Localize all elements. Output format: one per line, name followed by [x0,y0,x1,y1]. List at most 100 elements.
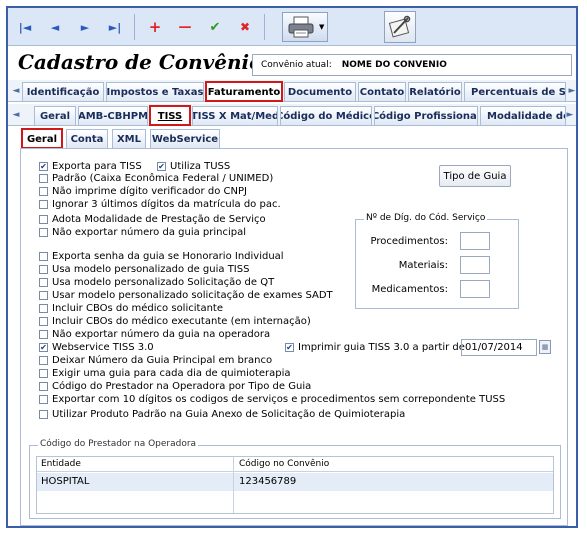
sub-tab-bar: ◄ Geral AMB-CBHPM TISS TISS X Mat/Med Có… [8,104,576,126]
tiss-geral-panel: ✔ Exporta para TISS ✔ Utiliza TUSS Padrão … [20,148,568,526]
subtab-codigo-medico[interactable]: Código do Médico [280,106,372,125]
option-imprimir-tiss[interactable]: ✔ Imprimir guia TISS 3.0 a partir de [285,342,465,353]
subtab-modalidade[interactable]: Modalidade de [480,106,566,125]
materiais-input[interactable] [460,256,490,274]
exporta-senha-checkbox[interactable] [39,252,48,261]
tiss-tab-webservice[interactable]: WebService [150,129,220,148]
imprimir-tiss-checkbox[interactable]: ✔ [285,343,294,352]
first-record-button[interactable]: |◄ [14,16,36,38]
utiliza-tuss-label: Utiliza TUSS [170,161,231,172]
deixar-numero-checkbox[interactable] [39,356,48,365]
subtab-tiss-mat-med[interactable]: TISS X Mat/Med [192,106,278,125]
tiss-tab-xml[interactable]: XML [112,129,146,148]
confirm-button[interactable]: ✔ [204,16,226,38]
nao-exportar-principal-checkbox[interactable] [39,228,48,237]
ignorar-label: Ignorar 3 últimos dígitos da matrícula d… [52,199,281,210]
option-cbo-solicitante[interactable]: Incluir CBOs do médico solicitante [39,303,223,314]
codigo-prestador-checkbox[interactable] [39,382,48,391]
tools-button[interactable] [384,11,416,43]
option-exporta-tiss[interactable]: ✔ Exporta para TISS [39,161,142,172]
tab-contato[interactable]: Contato [358,82,406,101]
column-header-entidade[interactable]: Entidade [41,459,81,469]
prestador-grid[interactable]: Entidade Código no Convênio HOSPITAL 123… [36,456,554,514]
modelo-tiss-checkbox[interactable] [39,265,48,274]
exigir-checkbox[interactable] [39,369,48,378]
tiss-tab-geral[interactable]: Geral [21,128,63,149]
tab-documento[interactable]: Documento [284,82,356,101]
calendar-icon[interactable]: ▦ [539,340,551,354]
option-exigir-guia[interactable]: Exigir uma guia para cada dia de quimiot… [39,368,291,379]
tab-impostos-taxas[interactable]: Impostos e Taxas [106,82,204,101]
tab-scroll-left-icon[interactable]: ◄ [10,83,22,99]
utilizar-produto-checkbox[interactable] [39,410,48,419]
digit-count-group: Nº de Díg. do Cód. Serviço Procedimentos… [355,213,519,309]
option-ignorar-digitos[interactable]: Ignorar 3 últimos dígitos da matrícula d… [39,199,281,210]
last-record-button[interactable]: ►| [104,16,126,38]
adota-checkbox[interactable] [39,215,48,224]
nao-imprime-checkbox[interactable] [39,187,48,196]
option-codigo-prestador[interactable]: Código do Prestador na Operadora por Tip… [39,381,311,392]
option-exporta-senha[interactable]: Exporta senha da guia se Honorario Indiv… [39,251,284,262]
add-record-button[interactable]: + [144,16,166,38]
modelo-sadt-checkbox[interactable] [39,291,48,300]
option-exportar-10-digitos[interactable]: Exportar com 10 dígitos os codigos de se… [39,394,505,405]
imprimir-date-input[interactable]: 01/07/2014 [461,339,537,356]
next-record-button[interactable]: ► [74,16,96,38]
prestador-group-title: Código do Prestador na Operadora [38,439,199,449]
remove-record-button[interactable]: — [174,16,196,38]
padrao-checkbox[interactable] [39,174,48,183]
prestador-group: Código do Prestador na Operadora Entidad… [29,439,561,519]
column-header-codigo[interactable]: Código no Convênio [239,459,329,469]
table-row[interactable]: HOSPITAL 123456789 [37,473,553,491]
cbo-solicitante-checkbox[interactable] [39,304,48,313]
option-utiliza-tuss[interactable]: ✔ Utiliza TUSS [157,161,230,172]
medicamentos-input[interactable] [460,280,490,298]
modelo-qt-checkbox[interactable] [39,278,48,287]
exporta-tiss-checkbox[interactable]: ✔ [39,162,48,171]
subtab-scroll-left-icon[interactable]: ◄ [10,107,22,123]
option-adota-modalidade[interactable]: Adota Modalidade de Prestação de Serviço [39,214,266,225]
option-padrao[interactable]: Padrão (Caixa Econômica Federal / UNIMED… [39,173,273,184]
tab-relatorio[interactable]: Relatório [408,82,462,101]
webservice-checkbox[interactable]: ✔ [39,343,48,352]
option-nao-exportar-operadora[interactable]: Não exportar número da guia na operadora [39,329,270,340]
ignorar-checkbox[interactable] [39,200,48,209]
subtab-amb-cbhpm[interactable]: AMB-CBHPM [78,106,148,125]
option-modelo-qt[interactable]: Usa modelo personalizado Solicitação de … [39,277,274,288]
print-button[interactable]: ▼ [282,12,328,42]
cell-codigo[interactable]: 123456789 [239,476,296,487]
option-deixar-numero[interactable]: Deixar Número da Guia Principal em branc… [39,355,272,366]
tiss-tab-conta[interactable]: Conta [66,129,108,148]
codigo-prestador-label: Código do Prestador na Operadora por Tip… [52,381,312,392]
option-utilizar-produto[interactable]: Utilizar Produto Padrão na Guia Anexo de… [39,409,405,420]
digit-group-title: Nº de Díg. do Cód. Serviço [364,213,488,223]
cell-entidade[interactable]: HOSPITAL [41,476,89,487]
option-cbo-executante[interactable]: Incluir CBOs do médico executante (em in… [39,316,311,327]
option-webservice[interactable]: ✔ Webservice TISS 3.0 [39,342,154,353]
tab-faturamento[interactable]: Faturamento [205,81,283,102]
subtab-tiss[interactable]: TISS [149,105,191,126]
option-modelo-sadt[interactable]: Usar modelo personalizado solicitação de… [39,290,333,301]
subtab-scroll-right-icon[interactable]: ► [564,107,576,123]
add-record-icon: + [148,18,162,36]
previous-record-button[interactable]: ◄ [44,16,66,38]
exportar-10-checkbox[interactable] [39,395,48,404]
option-nao-exportar-principal[interactable]: Não exportar número da guia principal [39,227,246,238]
subtab-codigo-profissional[interactable]: Código Profissional [374,106,478,125]
tab-scroll-right-icon[interactable]: ► [566,83,578,99]
current-convenio-label: Convênio atual: [261,60,332,70]
cbo-executante-checkbox[interactable] [39,317,48,326]
subtab-geral[interactable]: Geral [34,106,76,125]
next-record-icon: ► [80,20,90,34]
nao-exportar-operadora-checkbox[interactable] [39,330,48,339]
page-title: Cadastro de Convênios [18,50,274,74]
utiliza-tuss-checkbox[interactable]: ✔ [157,162,166,171]
tab-identificacao[interactable]: Identificação [22,82,104,101]
procedimentos-input[interactable] [460,232,490,250]
tipo-de-guia-button[interactable]: Tipo de Guia [439,165,511,187]
cancel-button[interactable]: ✖ [234,16,256,38]
option-modelo-tiss[interactable]: Usa modelo personalizado de guia TISS [39,264,249,275]
option-nao-imprime-digito[interactable]: Não imprime dígito verificador do CNPJ [39,186,247,197]
tab-percentuais-servico[interactable]: Percentuais de Serv [464,82,566,101]
exporta-tiss-label: Exporta para TISS [52,161,142,172]
